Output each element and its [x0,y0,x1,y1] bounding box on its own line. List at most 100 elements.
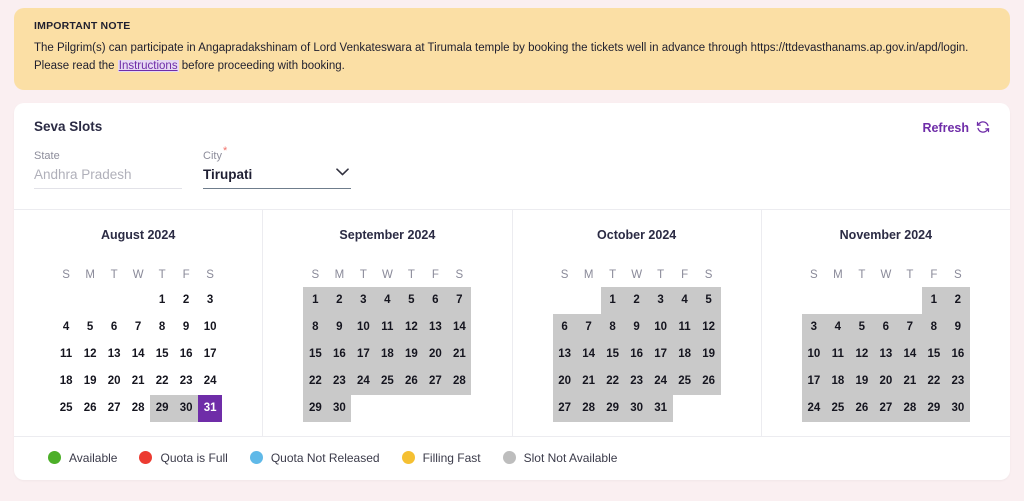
calendar-day-cell: 19 [399,340,424,368]
calendar-day-cell[interactable]: 18 [54,368,78,395]
day-of-week-label: F [431,268,439,281]
calendar-day-cell: 28 [447,367,472,395]
calendar-day-cell: 22 [600,367,625,395]
calendar-day-cell: 3 [648,286,673,314]
calendar-day-cell[interactable]: 3 [198,287,222,314]
calendar-week-row: 29 30 [263,394,511,422]
calendar-week-row: 6 7 8 9 10 11 12 [513,313,761,341]
day-of-week-label: F [681,268,689,281]
calendar-day-cell[interactable]: 11 [54,341,78,368]
calendar-day-cell: 11 [375,313,400,341]
page-title: Seva Slots [34,118,103,134]
calendar-cell-empty [673,395,697,422]
calendar-day-cell[interactable]: 22 [150,368,174,395]
calendar-day-cell[interactable]: 2 [174,287,198,314]
calendar-cell-empty [802,287,826,314]
calendar-day-cell[interactable]: 16 [174,341,198,368]
calendar-day-cell: 14 [897,340,922,368]
calendar-day-cell: 15 [921,340,946,368]
calendar-day-cell[interactable]: 8 [150,314,174,341]
calendar-day-cell[interactable]: 17 [198,341,222,368]
calendar-day-cell[interactable]: 15 [150,341,174,368]
day-of-week-label: M [833,268,843,281]
calendar-day-cell: 12 [696,313,721,341]
day-of-week-label: M [334,268,345,281]
calendar-cell-empty [874,287,898,314]
calendar-day-cell[interactable]: 19 [78,368,102,395]
month-calendar: November 2024 S M T W T F S 1 2 3 4 5 6 7 8 9 10 11 12 13 14 1… [762,210,1010,436]
refresh-icon [976,120,990,137]
calendar-day-cell: 3 [351,286,376,314]
day-of-week-label: W [381,268,393,281]
calendar-day-cell: 15 [303,340,328,368]
calendar-day-cell: 19 [696,340,721,368]
calendar-cell-empty [399,395,423,422]
day-of-week-label: M [85,268,95,281]
calendar-day-cell[interactable]: 5 [78,314,102,341]
month-calendar: August 2024 S M T W T F S 1 2 3 4 5 6 7 8 9 10 11 12 13 14 15 1… [14,209,264,436]
calendar-day-cell: 29 [303,394,328,422]
calendar-day-cell[interactable]: 9 [174,314,198,341]
calendar-day-cell[interactable]: 27 [102,395,126,422]
calendar-day-cell: 18 [825,367,850,395]
calendar-day-cell: 28 [576,394,601,422]
calendar-day-cell[interactable]: 14 [126,341,150,368]
important-note-card: IMPORTANT NOTE The Pilgrim(s) can partic… [14,8,1010,90]
calendar-day-cell[interactable]: 6 [102,314,126,341]
day-of-week-label: T [657,268,665,281]
calendar-day-cell[interactable]: 10 [198,314,222,341]
calendar-day-cell: 8 [303,313,328,341]
calendar-day-cell[interactable]: 21 [126,368,150,395]
month-calendar: October 2024 S M T W T F S 1 2 3 4 5 6 7 8 9 10 11 12 13 14 15… [513,209,762,436]
calendar-week-row: 3456789 [762,313,1010,341]
day-of-week-label: S [62,268,70,281]
calendar-day-cell[interactable]: 25 [54,395,78,422]
calendar-day-cell: 10 [351,313,376,341]
calendar-week-row: 27 28 29 30 31 [513,394,761,422]
refresh-button[interactable]: Refresh [922,119,990,137]
calendar-day-cell: 25 [672,367,697,395]
city-field[interactable]: City* Tirupati [203,145,351,189]
calendar-day-cell: 29 [150,394,175,422]
month-title: August 2024 [100,227,176,242]
calendar-day-cell[interactable]: 31 [198,394,223,422]
calendar-day-cell[interactable]: 26 [78,395,102,422]
calendar-day-cell: 9 [945,313,970,341]
calendar-day-cell: 7 [447,286,472,314]
calendar-day-cell[interactable]: 12 [78,341,102,368]
calendar-day-cell[interactable]: 23 [174,368,198,395]
legend-color-dot [48,451,61,465]
calendar-day-cell: 9 [327,313,352,341]
calendar-day-cell[interactable]: 4 [54,314,78,341]
city-label-text: City [203,149,222,162]
calendar-day-cell: 1 [303,286,328,314]
day-of-week-label: T [158,268,166,281]
calendar-day-cell: 11 [825,340,850,368]
calendar-week-row: 24 25 26 27 28 29 30 [762,394,1010,422]
calendar-day-cell: 20 [552,367,577,395]
calendar-cell-empty [898,287,922,314]
legend-item: Available [48,451,117,465]
calendar-day-cell: 24 [351,367,376,395]
calendar-day-cell: 23 [327,367,352,395]
calendar-week-row: 22 23 24 25 26 27 28 [263,367,511,395]
calendar-day-cell[interactable]: 24 [198,368,222,395]
calendar-day-cell: 25 [375,367,400,395]
calendar-day-cell[interactable]: 20 [102,368,126,395]
day-of-week-label: W [880,268,892,281]
calendar-day-cell: 21 [447,340,472,368]
calendar-day-cell[interactable]: 28 [126,395,150,422]
calendar-day-cell: 21 [576,367,601,395]
instructions-link[interactable]: Instructions [117,59,179,72]
day-of-week-label: W [132,268,144,281]
calendar-day-cell: 16 [624,340,649,368]
calendar-week-row: 12345 [513,286,761,314]
legend-color-dot [502,451,516,465]
calendar-day-cell[interactable]: 7 [126,314,150,341]
calendar-day-cell: 2 [624,286,649,314]
calendar-day-cell: 4 [375,286,400,314]
day-of-week-label: S [954,268,962,281]
calendar-day-cell[interactable]: 13 [102,341,126,368]
calendar-day-cell: 26 [849,394,874,422]
calendar-day-cell[interactable]: 1 [150,287,174,314]
